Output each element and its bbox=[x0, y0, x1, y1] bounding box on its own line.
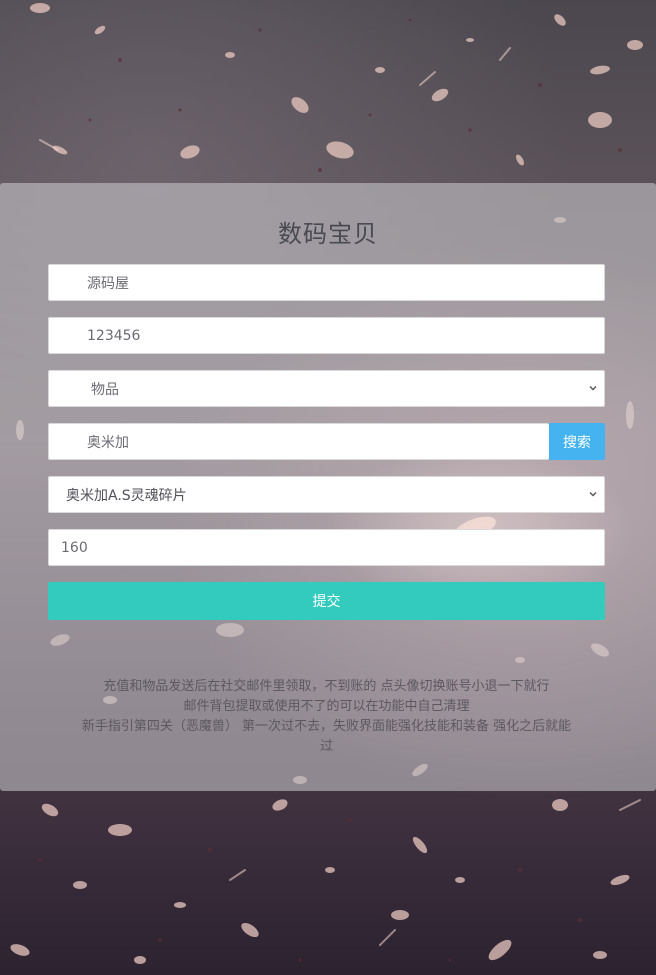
search-button[interactable]: 搜索 bbox=[549, 423, 605, 460]
item-select-value: 奥米加A.S灵魂碎片 bbox=[66, 487, 187, 504]
account-input-value: 源码屋 bbox=[87, 275, 129, 292]
item-select[interactable]: 奥米加A.S灵魂碎片 bbox=[48, 476, 605, 513]
password-input[interactable]: 123456 bbox=[48, 317, 605, 354]
search-input[interactable]: 奥米加 bbox=[48, 423, 549, 460]
quantity-input[interactable]: 160 bbox=[48, 529, 605, 566]
chevron-down-icon bbox=[589, 386, 597, 391]
instruction-line: 充值和物品发送后在社交邮件里领取，不到账的 点头像切换账号小退一下就行 bbox=[103, 679, 550, 694]
page-title: 数码宝贝 bbox=[278, 220, 378, 248]
category-select-value: 物品 bbox=[91, 381, 119, 398]
category-select[interactable]: 物品 bbox=[48, 370, 605, 407]
submit-button[interactable]: 提交 bbox=[48, 582, 605, 620]
search-input-value: 奥米加 bbox=[87, 434, 129, 451]
password-input-value: 123456 bbox=[87, 327, 141, 344]
instruction-line: 邮件背包提取或使用不了的可以在功能中自己清理 bbox=[183, 699, 470, 714]
chevron-down-icon bbox=[589, 492, 597, 497]
instructions: 充值和物品发送后在社交邮件里领取，不到账的 点头像切换账号小退一下就行 邮件背包… bbox=[48, 677, 605, 757]
quantity-input-value: 160 bbox=[61, 539, 88, 556]
account-input[interactable]: 源码屋 bbox=[48, 264, 605, 301]
instruction-line: 新手指引第四关（恶魔兽） 第一次过不去，失败界面能强化技能和装备 强化之后就能 bbox=[81, 719, 572, 734]
instruction-line: 过 bbox=[319, 739, 333, 754]
